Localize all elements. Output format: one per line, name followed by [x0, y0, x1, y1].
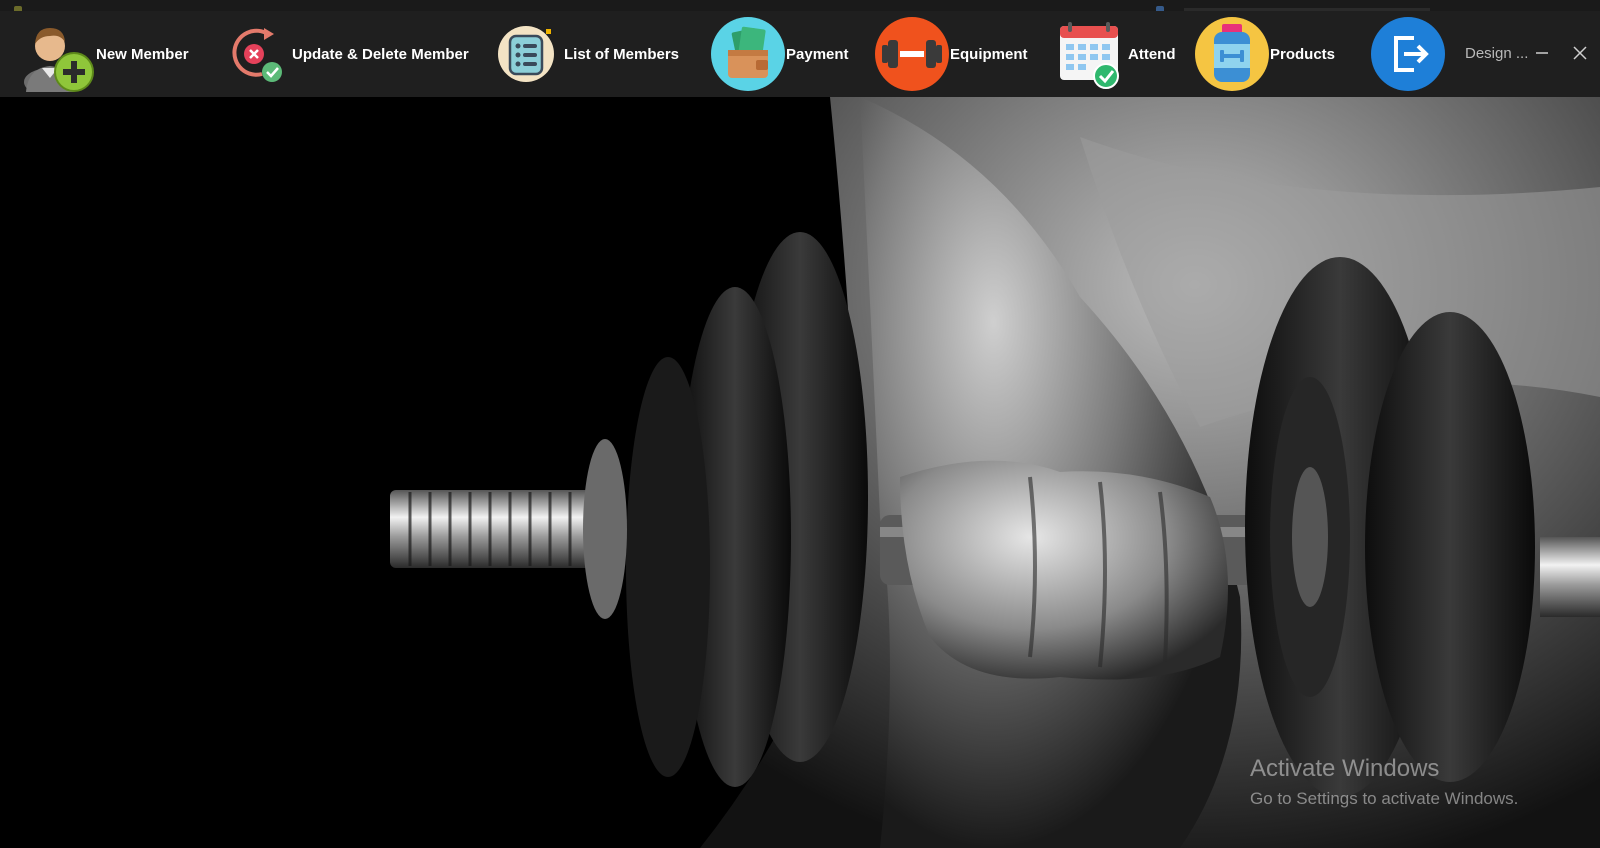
activate-windows-watermark: Activate Windows Go to Settings to activ… [1250, 755, 1518, 809]
close-icon [1573, 46, 1587, 60]
logout-icon [1370, 16, 1446, 92]
payment-label: Payment [786, 45, 849, 63]
products-label: Products [1270, 45, 1336, 63]
attend-label: Attend [1128, 45, 1176, 63]
equipment-label: Equipment [950, 45, 1028, 63]
list-of-members-button[interactable]: List of Members [488, 11, 679, 97]
list-of-members-label: List of Members [564, 45, 680, 63]
supplement-jar-icon [1194, 16, 1270, 92]
list-icon [488, 16, 564, 92]
new-member-label: New Member [96, 45, 189, 63]
payment-button[interactable]: Payment [710, 11, 849, 97]
hero-background-image [0, 97, 1600, 848]
calendar-check-icon [1052, 16, 1128, 92]
refresh-check-icon [216, 16, 292, 92]
wallet-icon [710, 16, 786, 92]
add-user-icon [20, 16, 96, 96]
minimize-button[interactable] [1530, 41, 1554, 65]
equipment-button[interactable]: Equipment [874, 11, 1028, 97]
new-member-button[interactable]: New Member [20, 11, 189, 97]
design-label[interactable]: Design ... [1465, 11, 1528, 97]
watermark-subtitle: Go to Settings to activate Windows. [1250, 789, 1519, 808]
close-button[interactable] [1568, 41, 1592, 65]
update-delete-member-button[interactable]: Update & Delete Member [216, 11, 469, 97]
products-button[interactable]: Products [1194, 11, 1335, 97]
minimize-icon [1536, 52, 1548, 54]
attend-button[interactable]: Attend [1052, 11, 1176, 97]
update-delete-member-label: Update & Delete Member [292, 45, 469, 63]
logout-button[interactable] [1370, 11, 1446, 97]
main-toolbar: New Member Update & Delete Member List o… [0, 11, 1600, 98]
title-strip [0, 0, 1600, 11]
watermark-title: Activate Windows [1250, 755, 1440, 782]
dumbbell-icon [874, 16, 950, 92]
